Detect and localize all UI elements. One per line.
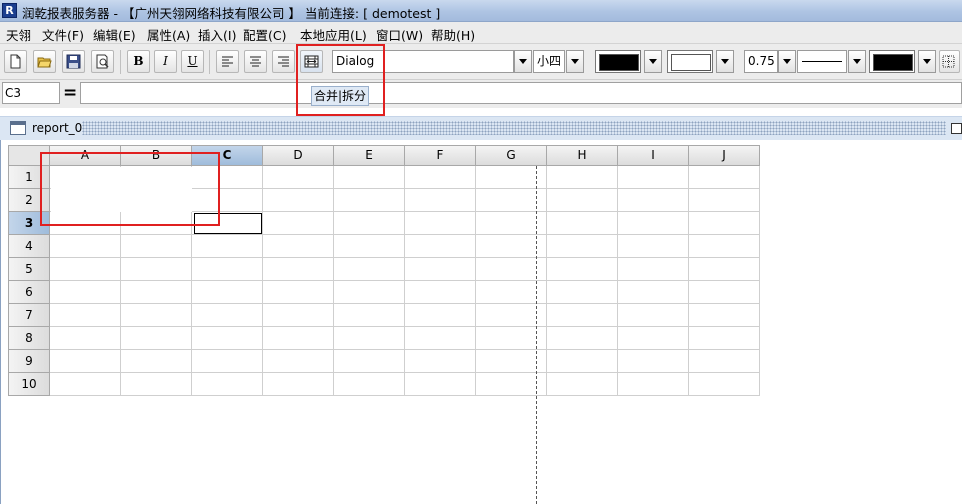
menu-tianling[interactable]: 天翎: [6, 25, 31, 44]
menu-insert[interactable]: 插入(I): [198, 25, 236, 44]
row-header-6[interactable]: 6: [8, 281, 50, 304]
border-color-swatch: [873, 54, 913, 71]
print-preview-icon: [96, 54, 109, 69]
column-header-h[interactable]: H: [547, 145, 618, 166]
grid-row-line: [50, 326, 760, 327]
menu-local-apps[interactable]: 本地应用(L): [300, 25, 367, 44]
column-header-g[interactable]: G: [476, 145, 547, 166]
border-color-dropdown-arrow[interactable]: [918, 50, 936, 73]
menu-help[interactable]: 帮助(H): [431, 25, 475, 44]
bold-icon: B: [133, 54, 144, 68]
grid-column-line: [546, 166, 547, 396]
menu-file[interactable]: 文件(F): [42, 25, 84, 44]
align-left-icon: [222, 56, 233, 67]
grid-row-line: [50, 372, 760, 373]
border-color-picker[interactable]: [869, 50, 915, 73]
border-style-dropdown-arrow[interactable]: [848, 50, 866, 73]
italic-icon: I: [163, 54, 168, 68]
border-width-select[interactable]: 0.75: [744, 50, 778, 73]
underline-button[interactable]: U: [181, 50, 204, 73]
align-center-icon: [250, 56, 261, 67]
row-header-7[interactable]: 7: [8, 304, 50, 327]
app-logo-icon: R: [2, 3, 17, 18]
grid-column-line: [617, 166, 618, 396]
grid-row-line: [50, 349, 760, 350]
toolbar-separator: [209, 50, 210, 74]
font-size-dropdown-arrow[interactable]: [566, 50, 584, 73]
align-right-icon: [278, 56, 289, 67]
toolbar-separator: [120, 50, 121, 74]
save-icon: [66, 54, 81, 69]
column-header-d[interactable]: D: [263, 145, 334, 166]
border-style-select[interactable]: [797, 50, 847, 73]
fill-color-swatch: [599, 54, 639, 71]
fill-color-dropdown-arrow[interactable]: [644, 50, 662, 73]
align-right-button[interactable]: [272, 50, 295, 73]
fore-color-dropdown-arrow[interactable]: [716, 50, 734, 73]
column-header-j[interactable]: J: [689, 145, 760, 166]
border-width-dropdown-arrow[interactable]: [778, 50, 796, 73]
report-frame-icon: [10, 121, 26, 135]
align-left-button[interactable]: [216, 50, 239, 73]
frame-maximize-icon[interactable]: [951, 123, 962, 134]
menu-bar: 天翎 文件(F) 编辑(E) 属性(A) 插入(I) 配置(C) 本地应用(L)…: [0, 22, 962, 44]
frame-titlebar-texture: [82, 121, 946, 135]
fore-color-swatch: [671, 54, 711, 71]
row-header-4[interactable]: 4: [8, 235, 50, 258]
grid-column-line: [688, 166, 689, 396]
grid-column-line: [333, 166, 334, 396]
open-file-button[interactable]: [33, 50, 56, 73]
column-header-i[interactable]: I: [618, 145, 689, 166]
line-style-icon: [802, 61, 842, 62]
formula-input[interactable]: [80, 82, 962, 104]
grid-row-line: [50, 280, 760, 281]
borders-button[interactable]: [939, 50, 960, 73]
toolbar: B I U Dialog 小四 0.75: [0, 44, 962, 80]
column-header-f[interactable]: F: [405, 145, 476, 166]
italic-button[interactable]: I: [154, 50, 177, 73]
highlight-box-merged: [40, 152, 220, 226]
menu-config[interactable]: 配置(C): [243, 25, 286, 44]
highlight-box-toolbar: [296, 44, 385, 116]
row-header-9[interactable]: 9: [8, 350, 50, 373]
grid-column-line: [759, 166, 760, 396]
print-preview-button[interactable]: [91, 50, 114, 73]
row-header-8[interactable]: 8: [8, 327, 50, 350]
fore-color-picker[interactable]: [667, 50, 713, 73]
menu-attributes[interactable]: 属性(A): [147, 25, 190, 44]
grid-row-line: [50, 257, 760, 258]
cell-reference-field[interactable]: C3: [2, 82, 60, 104]
grid-row-line: [50, 234, 760, 235]
formula-equals-label: =: [63, 83, 78, 103]
font-size-select[interactable]: 小四: [533, 50, 565, 73]
borders-icon: [942, 55, 955, 68]
fill-color-picker[interactable]: [595, 50, 641, 73]
column-header-e[interactable]: E: [334, 145, 405, 166]
grid-column-line: [404, 166, 405, 396]
underline-icon: U: [187, 54, 198, 68]
save-button[interactable]: [62, 50, 85, 73]
bold-button[interactable]: B: [127, 50, 150, 73]
row-header-5[interactable]: 5: [8, 258, 50, 281]
row-header-10[interactable]: 10: [8, 373, 50, 396]
page-break-line: [536, 166, 537, 504]
new-file-button[interactable]: [4, 50, 27, 73]
new-file-icon: [10, 54, 21, 69]
grid-row-line: [50, 303, 760, 304]
font-name-dropdown-arrow[interactable]: [514, 50, 532, 73]
grid-column-line: [262, 166, 263, 396]
menu-edit[interactable]: 编辑(E): [93, 25, 136, 44]
window-title: 润乾报表服务器 - 【广州天翎网络科技有限公司 】 当前连接: [ demote…: [22, 6, 441, 21]
report-frame-title: report_0: [32, 121, 83, 135]
grid-row-line: [50, 395, 760, 396]
grid-column-line: [475, 166, 476, 396]
menu-window[interactable]: 窗口(W): [376, 25, 423, 44]
align-center-button[interactable]: [244, 50, 267, 73]
open-folder-icon: [37, 57, 52, 68]
